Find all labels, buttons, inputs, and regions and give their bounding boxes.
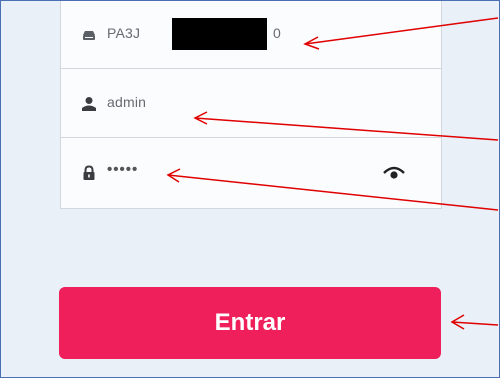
- eye-icon[interactable]: [383, 165, 405, 181]
- device-field-value-prefix: PA3J: [107, 25, 141, 41]
- user-icon: [82, 97, 96, 111]
- lock-icon: [83, 165, 95, 180]
- password-value: •••••: [107, 161, 139, 178]
- device-field[interactable]: PA3J 0: [61, 1, 441, 69]
- password-field[interactable]: •••••: [61, 139, 441, 208]
- redaction-box: [172, 18, 267, 50]
- username-field[interactable]: admin: [61, 70, 441, 138]
- username-value: admin: [107, 94, 147, 110]
- router-icon: [83, 31, 95, 40]
- device-field-value-suffix: 0: [273, 25, 281, 41]
- login-form: PA3J 0 admin •••••: [60, 1, 442, 209]
- login-button[interactable]: Entrar: [59, 287, 441, 359]
- screenshot-frame: PA3J 0 admin ••••• Entrar: [0, 0, 500, 378]
